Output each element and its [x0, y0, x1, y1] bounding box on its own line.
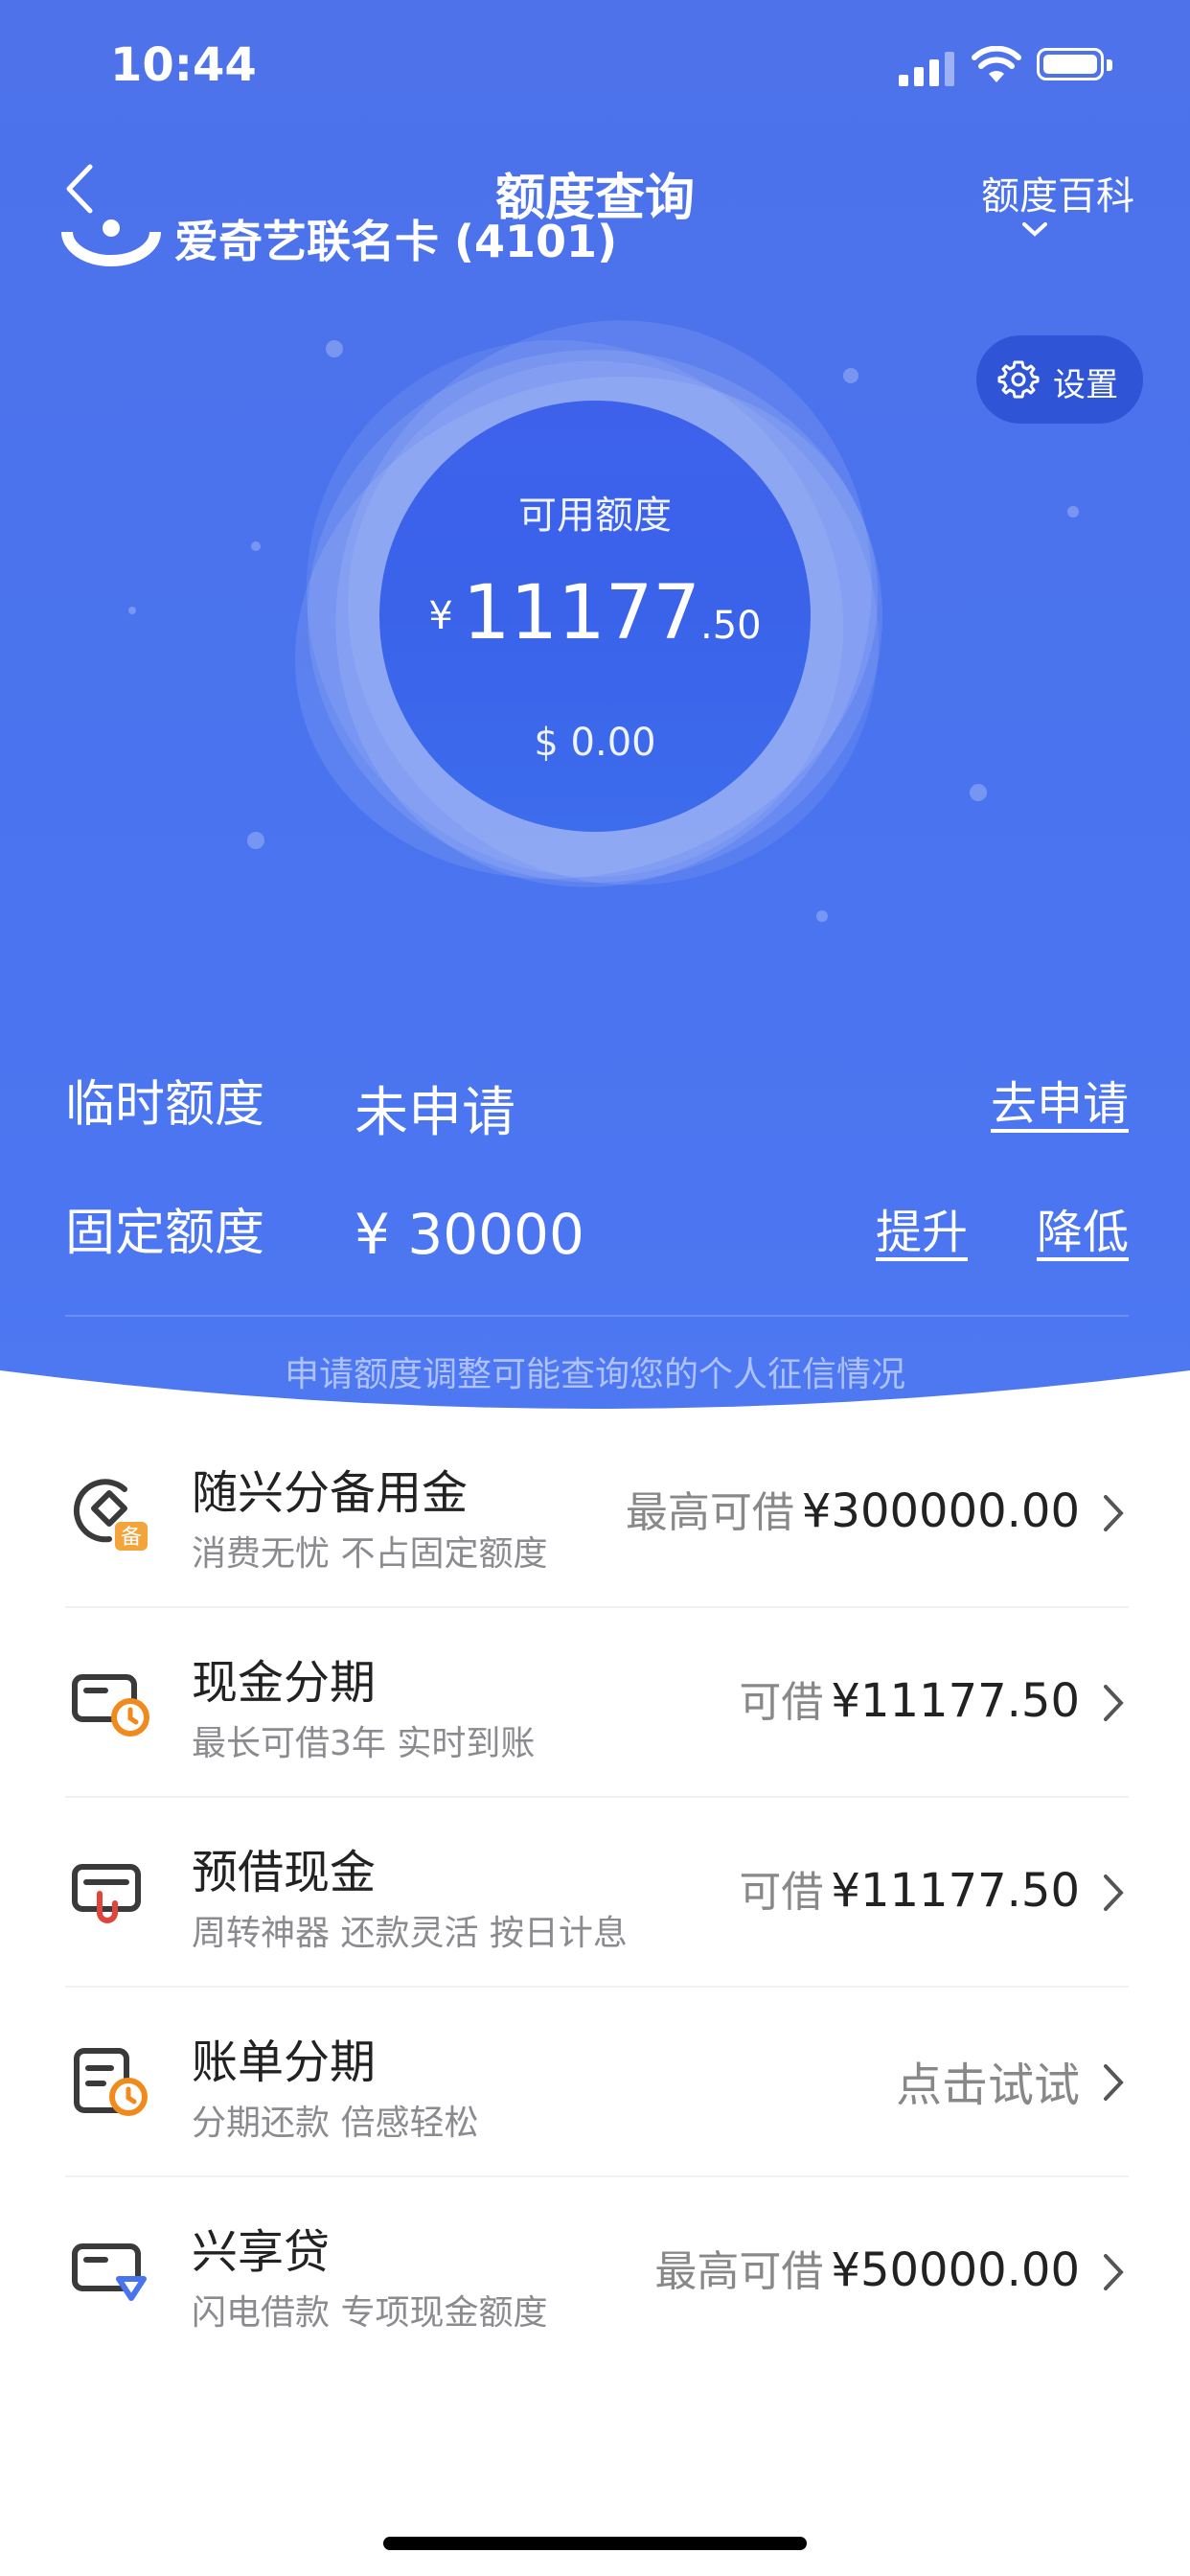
chevron-right-icon: [1104, 2254, 1124, 2290]
chevron-right-icon: [1104, 1495, 1124, 1531]
amount-prefix: 最高可借: [654, 2247, 824, 2296]
item-amount: 可借 ¥11177.50: [739, 1668, 1080, 1729]
amount-integer: 11177: [462, 570, 700, 656]
amount-value: ¥11177.50: [831, 1864, 1080, 1918]
xingxiang-loan-icon: [72, 2243, 147, 2301]
item-title: 随兴分备用金: [192, 1466, 469, 1520]
cash-installment-icon: [72, 1674, 149, 1736]
status-bar: 10:44: [0, 0, 1190, 134]
amount-value: ¥11177.50: [831, 1674, 1080, 1728]
available-credit-amount: ¥11177.50: [0, 570, 1190, 656]
fixed-limit-row: 固定额度 ¥ 30000 提升 降低: [65, 1192, 1129, 1269]
temp-limit-row: 临时额度 未申请 去申请: [65, 1064, 1129, 1144]
reserve-fund-icon: 备: [73, 1479, 148, 1551]
usd-amount: $ 0.00: [534, 721, 656, 765]
list-item-cash-installment[interactable]: 现金分期 最长可借3年 实时到账 可借 ¥11177.50: [0, 1608, 1190, 1798]
amount-value: ¥300000.00: [801, 1484, 1080, 1538]
battery-icon: [1037, 48, 1112, 80]
fixed-limit-label: 固定额度: [65, 1205, 265, 1262]
item-subtitle: 消费无忧 不占固定额度: [192, 1534, 548, 1574]
item-amount: 最高可借 ¥300000.00: [626, 1478, 1080, 1539]
amount-prefix: 最高可借: [625, 1488, 794, 1537]
bill-installment-icon: [74, 2048, 148, 2116]
amount-decimal: .50: [699, 604, 762, 648]
header-panel: 10:44 额度查询 额度百科 爱奇艺联名卡 (4101) 设置 可用额度 ¥ …: [0, 0, 1190, 1418]
status-time: 10:44: [110, 38, 257, 92]
cash-advance-icon: [72, 1864, 141, 1923]
apply-temp-limit-link[interactable]: 去申请: [991, 1066, 1129, 1133]
list-item-reserve-fund[interactable]: 备 随兴分备用金 消费无忧 不占固定额度 最高可借 ¥300000.00: [0, 1418, 1190, 1608]
amount-prefix: 可借: [739, 1678, 824, 1727]
available-credit-label: 可用额度: [518, 494, 672, 538]
temp-limit-label: 临时额度: [65, 1076, 265, 1134]
item-amount: 点击试试: [896, 2047, 1080, 2114]
item-subtitle: 分期还款 倍感轻松: [192, 2104, 479, 2143]
amount-prefix: 可借: [739, 1868, 824, 1917]
svg-text:备: 备: [121, 1526, 142, 1550]
item-subtitle: 最长可借3年 实时到账: [192, 1724, 536, 1763]
home-indicator[interactable]: [383, 2537, 807, 2550]
list-item-cash-advance[interactable]: 预借现金 周转神器 还款灵活 按日计息 可借 ¥11177.50: [0, 1798, 1190, 1988]
item-title: 账单分期: [192, 2036, 377, 2089]
loan-products-list: 备 随兴分备用金 消费无忧 不占固定额度 最高可借 ¥300000.00 现金分期…: [0, 1418, 1190, 2367]
item-subtitle: 周转神器 还款灵活 按日计息: [192, 1914, 628, 1953]
chevron-right-icon: [1104, 2064, 1124, 2101]
item-amount: 可借 ¥11177.50: [739, 1857, 1080, 1919]
amount-value: ¥50000.00: [831, 2243, 1080, 2297]
wifi-icon: [972, 46, 1021, 82]
item-title: 兴享贷: [192, 2225, 331, 2279]
try-now-text: 点击试试: [895, 2058, 1080, 2112]
raise-limit-link[interactable]: 提升: [876, 1194, 968, 1261]
item-subtitle: 闪电借款 专项现金额度: [192, 2293, 548, 2333]
temp-limit-value: 未申请: [355, 1082, 515, 1144]
list-item-xingxiang-loan[interactable]: 兴享贷 闪电借款 专项现金额度 最高可借 ¥50000.00: [0, 2177, 1190, 2367]
list-item-bill-installment[interactable]: 账单分期 分期还款 倍感轻松 点击试试: [0, 1988, 1190, 2177]
item-amount: 最高可借 ¥50000.00: [654, 2237, 1080, 2298]
chevron-right-icon: [1104, 1685, 1124, 1721]
item-title: 现金分期: [192, 1656, 377, 1710]
fixed-limit-value: ¥ 30000: [355, 1202, 584, 1267]
chevron-right-icon: [1104, 1874, 1124, 1911]
cellular-signal-icon: [899, 48, 958, 86]
lower-limit-link[interactable]: 降低: [1037, 1194, 1129, 1261]
currency-symbol: ¥: [428, 594, 453, 638]
divider: [65, 1315, 1129, 1317]
curve-divider: [0, 1370, 1190, 1418]
item-title: 预借现金: [192, 1846, 377, 1899]
